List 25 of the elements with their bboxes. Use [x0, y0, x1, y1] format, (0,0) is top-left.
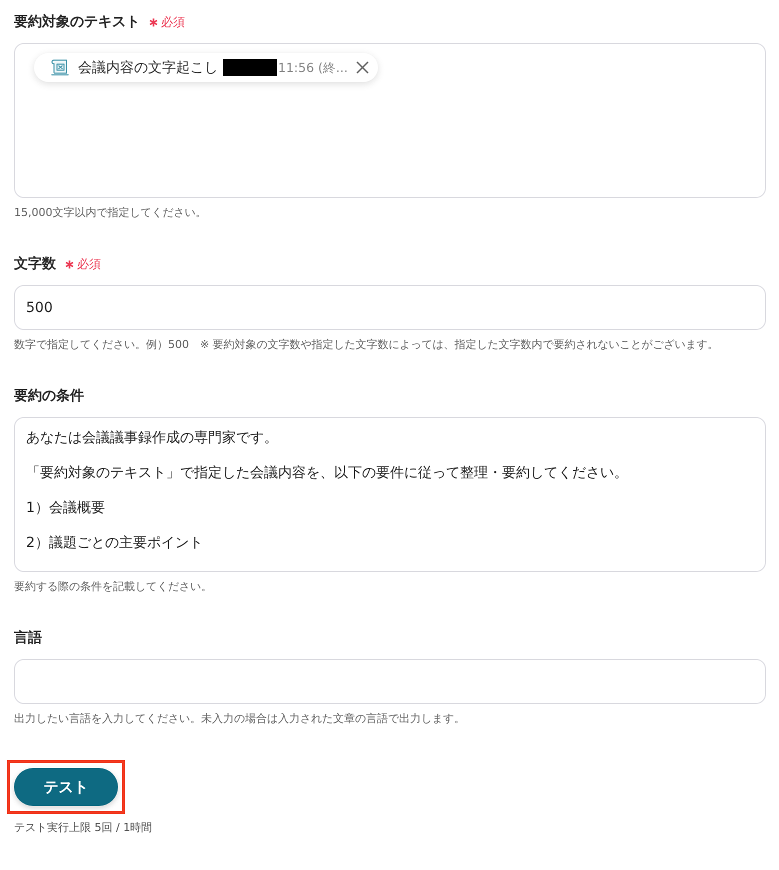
text-line: あなたは会議議事録作成の専門家です。	[26, 429, 278, 448]
field-label: 要約対象のテキスト	[14, 12, 140, 32]
help-text: 15,000文字以内で指定してください。	[14, 206, 206, 220]
help-text: 要約する際の条件を記載してください。	[14, 580, 212, 594]
chip-title: 会議内容の文字起こし	[78, 58, 218, 76]
text-area-field[interactable]: あなたは会議議事録作成の専門家です。 「要約対象のテキスト」で指定した会議内容を、以下の要件に従って整理・要約してください。 1）会議概要 2）議題ごとの主要ポイント	[14, 417, 766, 572]
field-label: 言語	[14, 628, 42, 648]
text-line: 「要約対象のテキスト」で指定した会議内容を、以下の要件に従って整理・要約してください。	[26, 464, 628, 483]
text-area-field[interactable]: 会議内容の文字起こし 11:56 (終...	[14, 43, 766, 198]
chip-detail: 11:56 (終...	[278, 60, 348, 76]
field-label: 要約の条件	[14, 387, 84, 406]
help-text: 数字で指定してください。例）500 ※ 要約対象の文字数や指定した文字数によっては、指定した文字数内で要約されないことがございます。	[14, 338, 719, 352]
text-line: 1）会議概要	[26, 499, 105, 518]
close-icon[interactable]	[356, 61, 369, 74]
limit-note: テスト実行上限 5回 / 1時間	[14, 821, 152, 835]
text-line: 2）議題ごとの主要ポイント	[26, 534, 203, 553]
required-label: 必須	[77, 256, 101, 272]
field-label: 文字数	[14, 254, 56, 274]
test-button[interactable]: テスト	[14, 768, 118, 806]
help-text: 出力したい言語を入力してください。未入力の場合は入力された文章の言語で出力します。	[14, 712, 465, 726]
variable-chip[interactable]: 会議内容の文字起こし 11:56 (終...	[34, 53, 378, 82]
text-input-field[interactable]	[14, 659, 766, 704]
text-input-field[interactable]: 500	[14, 285, 766, 330]
scroll-icon	[51, 59, 69, 76]
required-label: 必須	[161, 14, 185, 30]
